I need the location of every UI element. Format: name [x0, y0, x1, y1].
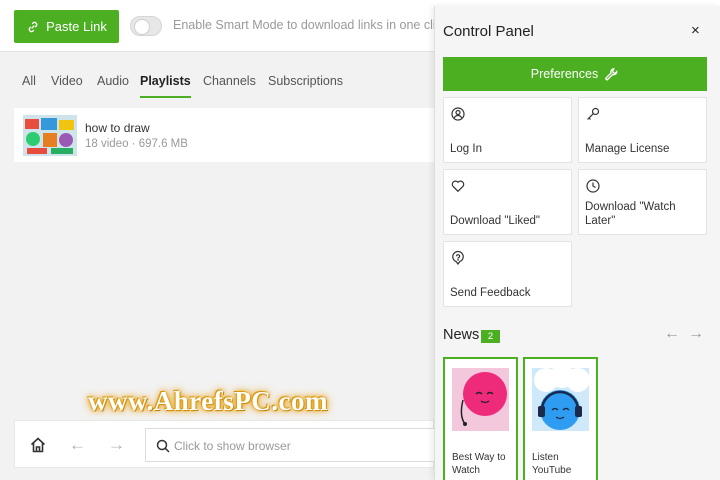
send-feedback-card[interactable]: Send Feedback: [443, 241, 572, 307]
playlist-title: how to draw: [85, 121, 150, 135]
paste-link-label: Paste Link: [46, 19, 107, 34]
forward-arrow-icon[interactable]: →: [108, 435, 125, 455]
heart-icon: [451, 180, 465, 193]
back-arrow-icon[interactable]: ←: [69, 435, 86, 455]
panel-title: Control Panel: [443, 23, 534, 40]
tab-channels[interactable]: Channels: [203, 74, 256, 98]
tab-audio[interactable]: Audio: [97, 74, 129, 98]
smart-mode-toggle[interactable]: [130, 16, 162, 36]
news-card[interactable]: Best Way to Watch: [443, 357, 518, 480]
news-caption: Best Way to Watch: [452, 452, 506, 476]
news-image: [532, 368, 589, 431]
playlist-thumbnail: [23, 115, 77, 156]
link-plus-icon: [28, 21, 38, 32]
wrench-icon: [605, 67, 618, 80]
news-prev-arrow-icon[interactable]: ←: [664, 325, 680, 343]
preferences-button[interactable]: Preferences: [443, 57, 707, 91]
close-icon[interactable]: ×: [691, 23, 700, 38]
browser-input[interactable]: Click to show browser: [145, 428, 435, 462]
clock-icon: [586, 179, 600, 193]
download-liked-card[interactable]: Download "Liked": [443, 169, 572, 235]
tab-subscriptions[interactable]: Subscriptions: [268, 74, 343, 98]
tab-all[interactable]: All: [22, 74, 36, 98]
manage-license-card[interactable]: Manage License: [578, 97, 707, 163]
browser-bar: ← → Click to show browser: [14, 420, 435, 468]
smart-mode-label: Enable Smart Mode to download links in o…: [173, 18, 449, 32]
list-item[interactable]: how to draw 18 video · 697.6 MB: [14, 108, 434, 162]
news-caption: Listen YouTube: [532, 452, 572, 476]
control-panel: Control Panel × Preferences Log In Manag…: [434, 6, 720, 480]
login-card[interactable]: Log In: [443, 97, 572, 163]
download-watch-later-card[interactable]: Download "Watch Later": [578, 169, 707, 235]
key-icon: [587, 107, 600, 120]
search-icon: [156, 439, 170, 453]
preferences-label: Preferences: [530, 67, 599, 81]
download-watch-later-label: Download "Watch Later": [585, 201, 676, 227]
feedback-icon: [452, 251, 464, 265]
login-label: Log In: [450, 142, 482, 155]
browser-placeholder: Click to show browser: [174, 439, 291, 453]
manage-license-label: Manage License: [585, 142, 670, 155]
watermark-text: www.AhrefsPC.com: [88, 386, 328, 416]
news-heading: News: [443, 327, 480, 343]
news-card[interactable]: Listen YouTube: [523, 357, 598, 480]
user-icon: [451, 107, 465, 121]
content-tabs: All Video Audio Playlists Channels Subsc…: [0, 60, 440, 100]
download-liked-label: Download "Liked": [450, 214, 540, 227]
news-count-badge: 2: [481, 330, 500, 343]
send-feedback-label: Send Feedback: [450, 286, 531, 299]
tab-playlists[interactable]: Playlists: [140, 74, 191, 98]
tab-video[interactable]: Video: [51, 74, 83, 98]
home-icon[interactable]: [29, 436, 47, 454]
news-image: [452, 368, 509, 431]
playlist-meta: 18 video · 697.6 MB: [85, 138, 188, 150]
paste-link-button[interactable]: Paste Link: [14, 10, 119, 43]
news-next-arrow-icon[interactable]: →: [688, 325, 704, 343]
